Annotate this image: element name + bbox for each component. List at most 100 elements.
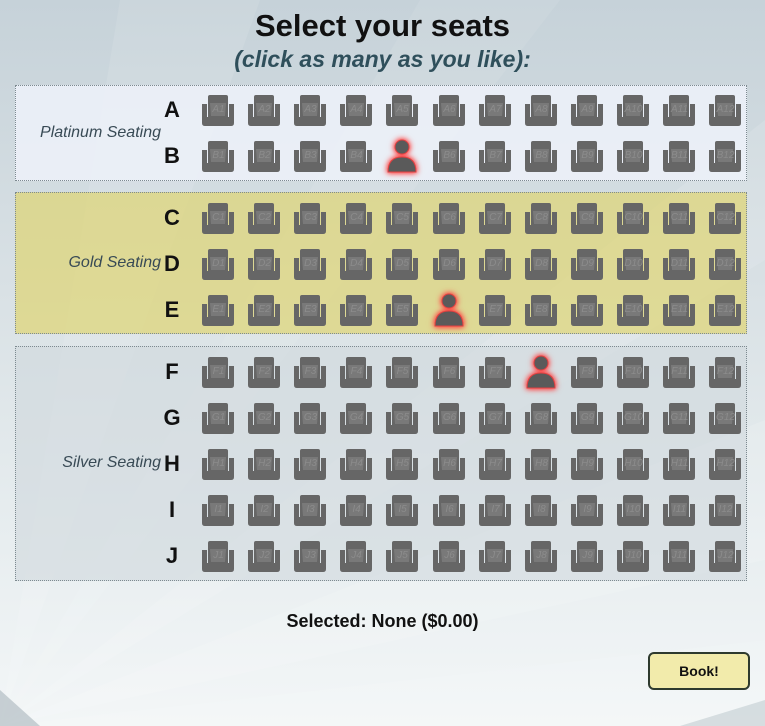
- seat-f5[interactable]: F5: [385, 354, 419, 390]
- seat-e4[interactable]: E4: [339, 292, 373, 328]
- seat-c12[interactable]: C12: [708, 200, 742, 236]
- seat-h8[interactable]: H8: [524, 446, 558, 482]
- seat-j8[interactable]: J8: [524, 538, 558, 574]
- seat-b11[interactable]: B11: [662, 138, 696, 174]
- seat-d6[interactable]: D6: [432, 246, 466, 282]
- seat-a7[interactable]: A7: [478, 92, 512, 128]
- seat-c1[interactable]: C1: [201, 200, 235, 236]
- seat-a6[interactable]: A6: [432, 92, 466, 128]
- seat-a3[interactable]: A3: [293, 92, 327, 128]
- seat-i10[interactable]: I10: [616, 492, 650, 528]
- seat-d10[interactable]: D10: [616, 246, 650, 282]
- seat-b7[interactable]: B7: [478, 138, 512, 174]
- seat-b9[interactable]: B9: [570, 138, 604, 174]
- seat-j11[interactable]: J11: [662, 538, 696, 574]
- seat-c11[interactable]: C11: [662, 200, 696, 236]
- seat-c8[interactable]: C8: [524, 200, 558, 236]
- seat-h1[interactable]: H1: [201, 446, 235, 482]
- seat-j3[interactable]: J3: [293, 538, 327, 574]
- seat-b10[interactable]: B10: [616, 138, 650, 174]
- seat-b1[interactable]: B1: [201, 138, 235, 174]
- seat-e9[interactable]: E9: [570, 292, 604, 328]
- seat-f11[interactable]: F11: [662, 354, 696, 390]
- seat-g7[interactable]: G7: [478, 400, 512, 436]
- seat-j2[interactable]: J2: [247, 538, 281, 574]
- seat-h11[interactable]: H11: [662, 446, 696, 482]
- seat-h10[interactable]: H10: [616, 446, 650, 482]
- seat-f2[interactable]: F2: [247, 354, 281, 390]
- seat-a9[interactable]: A9: [570, 92, 604, 128]
- seat-h9[interactable]: H9: [570, 446, 604, 482]
- seat-c2[interactable]: C2: [247, 200, 281, 236]
- seat-a1[interactable]: A1: [201, 92, 235, 128]
- seat-e1[interactable]: E1: [201, 292, 235, 328]
- seat-e5[interactable]: E5: [385, 292, 419, 328]
- seat-c10[interactable]: C10: [616, 200, 650, 236]
- seat-i4[interactable]: I4: [339, 492, 373, 528]
- seat-i3[interactable]: I3: [293, 492, 327, 528]
- seat-a5[interactable]: A5: [385, 92, 419, 128]
- seat-f7[interactable]: F7: [478, 354, 512, 390]
- seat-j7[interactable]: J7: [478, 538, 512, 574]
- seat-b4[interactable]: B4: [339, 138, 373, 174]
- seat-i9[interactable]: I9: [570, 492, 604, 528]
- seat-g9[interactable]: G9: [570, 400, 604, 436]
- seat-i7[interactable]: I7: [478, 492, 512, 528]
- seat-b8[interactable]: B8: [524, 138, 558, 174]
- seat-d3[interactable]: D3: [293, 246, 327, 282]
- seat-h5[interactable]: H5: [385, 446, 419, 482]
- seat-d9[interactable]: D9: [570, 246, 604, 282]
- seat-f1[interactable]: F1: [201, 354, 235, 390]
- seat-d2[interactable]: D2: [247, 246, 281, 282]
- seat-i5[interactable]: I5: [385, 492, 419, 528]
- book-button[interactable]: Book!: [648, 652, 750, 690]
- seat-b2[interactable]: B2: [247, 138, 281, 174]
- seat-h7[interactable]: H7: [478, 446, 512, 482]
- seat-j1[interactable]: J1: [201, 538, 235, 574]
- seat-e3[interactable]: E3: [293, 292, 327, 328]
- seat-e7[interactable]: E7: [478, 292, 512, 328]
- seat-a4[interactable]: A4: [339, 92, 373, 128]
- seat-g10[interactable]: G10: [616, 400, 650, 436]
- seat-e8[interactable]: E8: [524, 292, 558, 328]
- seat-i6[interactable]: I6: [432, 492, 466, 528]
- seat-f9[interactable]: F9: [570, 354, 604, 390]
- seat-f6[interactable]: F6: [432, 354, 466, 390]
- seat-c4[interactable]: C4: [339, 200, 373, 236]
- seat-f10[interactable]: F10: [616, 354, 650, 390]
- seat-d5[interactable]: D5: [385, 246, 419, 282]
- seat-g6[interactable]: G6: [432, 400, 466, 436]
- seat-i8[interactable]: I8: [524, 492, 558, 528]
- seat-g5[interactable]: G5: [385, 400, 419, 436]
- seat-g12[interactable]: G12: [708, 400, 742, 436]
- seat-b6[interactable]: B6: [432, 138, 466, 174]
- seat-d7[interactable]: D7: [478, 246, 512, 282]
- seat-i1[interactable]: I1: [201, 492, 235, 528]
- seat-e12[interactable]: E12: [708, 292, 742, 328]
- seat-c9[interactable]: C9: [570, 200, 604, 236]
- seat-h6[interactable]: H6: [432, 446, 466, 482]
- seat-j9[interactable]: J9: [570, 538, 604, 574]
- seat-g11[interactable]: G11: [662, 400, 696, 436]
- seat-f3[interactable]: F3: [293, 354, 327, 390]
- seat-i11[interactable]: I11: [662, 492, 696, 528]
- seat-g4[interactable]: G4: [339, 400, 373, 436]
- seat-j10[interactable]: J10: [616, 538, 650, 574]
- seat-d4[interactable]: D4: [339, 246, 373, 282]
- seat-f12[interactable]: F12: [708, 354, 742, 390]
- seat-e2[interactable]: E2: [247, 292, 281, 328]
- seat-d1[interactable]: D1: [201, 246, 235, 282]
- seat-i2[interactable]: I2: [247, 492, 281, 528]
- seat-g8[interactable]: G8: [524, 400, 558, 436]
- seat-c3[interactable]: C3: [293, 200, 327, 236]
- seat-b3[interactable]: B3: [293, 138, 327, 174]
- seat-c6[interactable]: C6: [432, 200, 466, 236]
- seat-h12[interactable]: H12: [708, 446, 742, 482]
- seat-j5[interactable]: J5: [385, 538, 419, 574]
- seat-i12[interactable]: I12: [708, 492, 742, 528]
- seat-b12[interactable]: B12: [708, 138, 742, 174]
- seat-e10[interactable]: E10: [616, 292, 650, 328]
- seat-a12[interactable]: A12: [708, 92, 742, 128]
- seat-h4[interactable]: H4: [339, 446, 373, 482]
- seat-g2[interactable]: G2: [247, 400, 281, 436]
